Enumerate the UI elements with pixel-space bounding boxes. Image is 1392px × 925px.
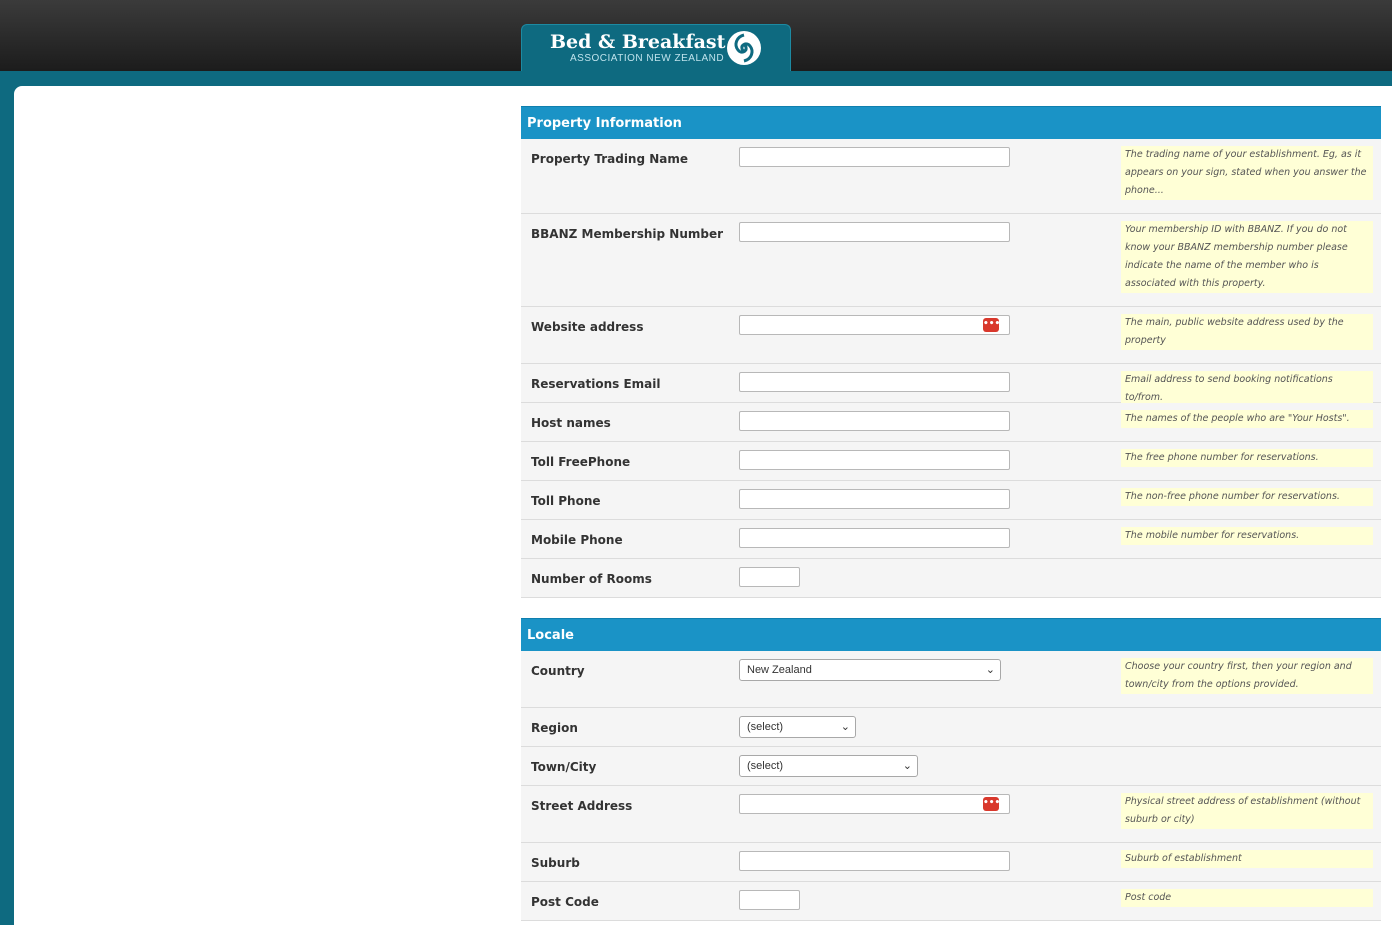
password-manager-icon[interactable]: ••• <box>983 797 1000 811</box>
section-header: Property Information <box>521 106 1381 139</box>
field-label: Number of Rooms <box>531 572 652 586</box>
section-spacer <box>521 598 1381 618</box>
field-label: Town/City <box>531 760 597 774</box>
select-value: (select) <box>747 721 784 733</box>
section-spacer <box>521 921 1381 925</box>
field-label: Property Trading Name <box>531 152 689 166</box>
field-label: Post Code <box>531 895 599 909</box>
help-text: The trading name of your establishment. … <box>1121 146 1373 200</box>
text-input[interactable] <box>739 411 1010 431</box>
property-form: Property Information Property Trading Nam… <box>521 106 1381 925</box>
form-row: Street Address ••• Physical street address… <box>521 786 1381 843</box>
text-input[interactable] <box>739 450 1010 470</box>
text-input[interactable] <box>739 851 1010 871</box>
form-row: Toll FreePhone The free phone number for … <box>521 442 1381 481</box>
select-dropdown[interactable]: New Zealand ⌄ <box>739 659 1001 681</box>
field-label: Website address <box>531 320 644 334</box>
form-row: Region (select) ⌄ <box>521 708 1381 747</box>
select-value: (select) <box>747 760 784 772</box>
text-input[interactable] <box>739 147 1010 167</box>
form-row: Reservations Email Email address to send … <box>521 364 1381 407</box>
field-label: Suburb <box>531 856 580 870</box>
form-row: Website address ••• The main, public websi… <box>521 307 1381 364</box>
help-text: Physical street address of establishment… <box>1121 793 1373 829</box>
form-row: Suburb Suburb of establishment <box>521 843 1381 882</box>
help-text: Choose your country first, then your reg… <box>1121 658 1373 694</box>
field-label: Mobile Phone <box>531 533 623 547</box>
text-input[interactable] <box>739 528 1010 548</box>
field-label: Street Address <box>531 799 633 813</box>
help-text: The main, public website address used by… <box>1121 314 1373 350</box>
field-label: Toll Phone <box>531 494 601 508</box>
text-input[interactable] <box>739 567 800 587</box>
text-input[interactable] <box>739 222 1010 242</box>
field-label: Host names <box>531 416 611 430</box>
help-text: The names of the people who are "Your Ho… <box>1121 410 1373 428</box>
text-input[interactable] <box>739 489 1010 509</box>
field-label: BBANZ Membership Number <box>531 227 724 241</box>
help-text: Your membership ID with BBANZ. If you do… <box>1121 221 1373 293</box>
text-input[interactable]: ••• <box>739 794 1010 814</box>
text-input[interactable] <box>739 372 1010 392</box>
site-logo[interactable]: Bed & Breakfast ASSOCIATION NEW ZEALAND <box>521 24 791 71</box>
form-row: Mobile Phone The mobile number for reserv… <box>521 520 1381 559</box>
chevron-down-icon: ⌄ <box>902 760 912 772</box>
form-row: Town/City (select) ⌄ <box>521 747 1381 786</box>
logo-subtitle: ASSOCIATION NEW ZEALAND <box>570 53 725 64</box>
form-row: BBANZ Membership Number Your membership I… <box>521 214 1381 307</box>
chevron-down-icon: ⌄ <box>840 721 850 733</box>
password-manager-icon[interactable]: ••• <box>983 318 1000 332</box>
form-row: Number of Rooms <box>521 559 1381 598</box>
help-text: Email address to send booking notificati… <box>1121 371 1373 407</box>
header-strip <box>0 71 1392 86</box>
select-dropdown[interactable]: (select) ⌄ <box>739 716 856 738</box>
logo-title: Bed & Breakfast <box>550 31 726 53</box>
field-label: Reservations Email <box>531 377 661 391</box>
select-value: New Zealand <box>747 664 812 676</box>
field-label: Country <box>531 664 585 678</box>
help-text: The free phone number for reservations. <box>1121 449 1373 467</box>
form-row: Country New Zealand ⌄ Choose your country f… <box>521 651 1381 708</box>
form-row: Toll Phone The non-free phone number for … <box>521 481 1381 520</box>
help-text: The mobile number for reservations. <box>1121 527 1373 545</box>
text-input[interactable] <box>739 890 800 910</box>
section-header: Locale <box>521 618 1381 651</box>
form-row: Host names The names of the people who ar… <box>521 403 1381 442</box>
form-row: Post Code Post code <box>521 882 1381 921</box>
help-text: Post code <box>1121 889 1373 907</box>
text-input[interactable]: ••• <box>739 315 1010 335</box>
field-label: Toll FreePhone <box>531 455 631 469</box>
field-label: Region <box>531 721 578 735</box>
form-row: Property Trading Name The trading name of… <box>521 139 1381 214</box>
help-text: The non-free phone number for reservatio… <box>1121 488 1373 506</box>
chevron-down-icon: ⌄ <box>985 664 995 676</box>
select-dropdown[interactable]: (select) ⌄ <box>739 755 918 777</box>
main-content: Property Information Property Trading Nam… <box>14 86 1392 925</box>
fern-koru-icon <box>727 31 761 65</box>
help-text: Suburb of establishment <box>1121 850 1373 868</box>
